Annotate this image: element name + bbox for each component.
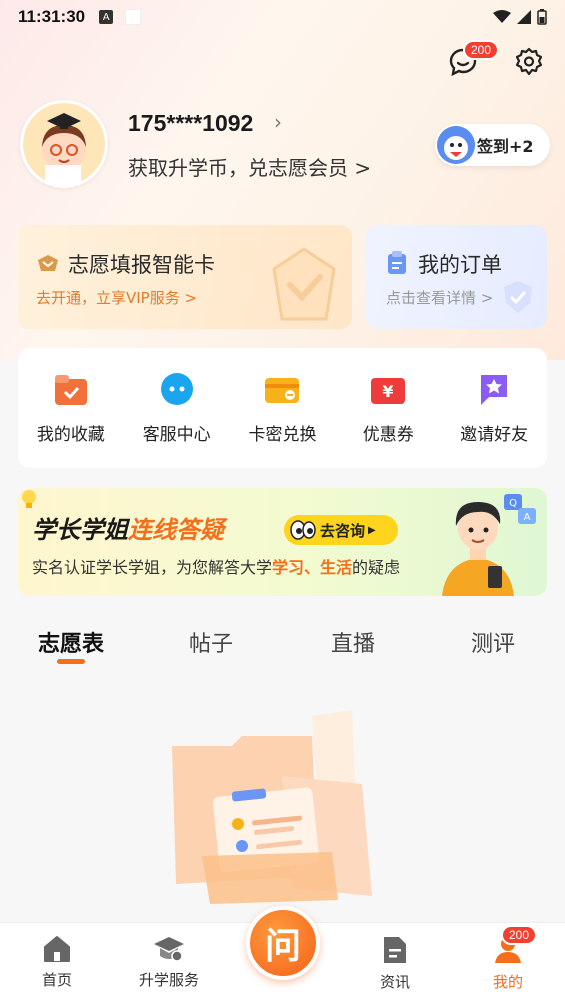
user-phone[interactable]: 175****1092 xyxy=(128,110,253,137)
eyes-icon xyxy=(290,520,316,540)
settings-button[interactable] xyxy=(511,44,547,80)
nav-services[interactable]: 升学服务 xyxy=(114,923,224,1004)
vip-card-subtitle: 去开通，立享VIP服务 > xyxy=(36,289,198,307)
quick-label: 卡密兑换 xyxy=(248,425,317,445)
signin-mascot-icon xyxy=(437,126,475,164)
banner-title-accent: 连线答疑 xyxy=(128,516,224,544)
graduation-cap-icon xyxy=(154,937,184,962)
nav-label: 我的 xyxy=(492,973,523,991)
nav-label: 首页 xyxy=(41,971,72,989)
coupon-icon: ¥ xyxy=(370,372,406,408)
nav-mine[interactable]: 我的 200 xyxy=(453,923,563,1004)
vip-decoration-icon xyxy=(272,247,336,321)
banner-description: 实名认证学长学姐，为您解答大学学习、生活的疑虑 xyxy=(32,554,400,578)
chevron-right-icon: › xyxy=(274,110,282,134)
consult-button-label: 去咨询 xyxy=(320,521,366,540)
ask-button-label: 问 xyxy=(264,926,301,967)
mine-badge: 200 xyxy=(501,925,538,945)
vip-card[interactable]: 志愿填报智能卡 去开通，立享VIP服务 > xyxy=(18,225,352,329)
battery-icon xyxy=(537,9,547,25)
svg-text:A: A xyxy=(524,512,531,523)
messages-button[interactable]: 200 xyxy=(445,40,500,80)
quick-label: 客服中心 xyxy=(142,425,211,445)
home-icon xyxy=(44,936,70,962)
quick-service-center[interactable]: 客服中心 xyxy=(124,348,230,468)
nav-home[interactable]: 首页 xyxy=(2,923,112,1004)
messages-badge: 200 xyxy=(463,40,500,60)
clipboard-icon xyxy=(388,251,406,274)
svg-text:¥: ¥ xyxy=(383,382,394,401)
signin-label: 签到+2 xyxy=(477,137,534,156)
banner-desc-prefix: 实名认证学长学姐，为您解答大学 xyxy=(32,558,273,577)
gear-icon xyxy=(515,47,543,76)
profile-section: 175****1092 › 获取升学币，兑志愿会员 > 签到+2 xyxy=(20,100,550,190)
tab-live[interactable]: 直播 xyxy=(308,626,398,658)
crown-icon xyxy=(38,255,58,271)
nav-label: 资讯 xyxy=(379,973,410,991)
signin-button[interactable]: 签到+2 xyxy=(435,124,550,166)
card-exchange-icon xyxy=(264,372,300,408)
order-card-subtitle: 点击查看详情 > xyxy=(386,289,494,307)
vip-card-title: 志愿填报智能卡 xyxy=(68,253,215,277)
chat-bubble-icon xyxy=(159,372,195,408)
coin-tagline[interactable]: 获取升学币，兑志愿会员 > xyxy=(128,152,371,181)
status-time: 11:31:30 xyxy=(18,7,86,26)
banner-desc-suffix: 的疑虑 xyxy=(352,558,401,577)
consult-banner[interactable]: 学长学姐连线答疑 去咨询 ▶ 实名认证学长学姐，为您解答大学学习、生活的疑虑 Q … xyxy=(18,488,547,596)
notification-icon xyxy=(125,9,142,25)
avatar-image xyxy=(23,103,105,185)
bulb-icon xyxy=(22,490,36,508)
order-card-title: 我的订单 xyxy=(418,253,502,277)
ask-button[interactable]: 问 xyxy=(246,906,320,980)
quick-label: 优惠券 xyxy=(362,425,414,445)
order-card[interactable]: 我的订单 点击查看详情 > xyxy=(366,225,547,329)
tab-posts[interactable]: 帖子 xyxy=(166,626,256,658)
banner-title: 学长学姐连线答疑 xyxy=(32,510,224,545)
header-actions: 200 xyxy=(445,40,547,80)
quick-label: 邀请好友 xyxy=(460,425,529,445)
tab-wishlist[interactable]: 志愿表 xyxy=(26,626,116,658)
student-illustration: Q A xyxy=(442,494,536,596)
quick-coupons[interactable]: ¥ 优惠券 xyxy=(335,348,441,468)
shield-check-icon xyxy=(504,281,532,313)
star-flag-icon xyxy=(476,372,512,408)
document-icon xyxy=(384,937,406,963)
tab-evaluation[interactable]: 测评 xyxy=(448,626,538,658)
signal-icon xyxy=(517,10,531,24)
status-right xyxy=(493,9,547,25)
accessibility-icon: A xyxy=(99,10,114,24)
empty-folder-illustration xyxy=(172,710,372,904)
quick-favorites[interactable]: 我的收藏 xyxy=(18,348,124,468)
quick-invite[interactable]: 邀请好友 xyxy=(441,348,547,468)
active-tab-indicator xyxy=(57,659,85,664)
quick-actions: 我的收藏 客服中心 卡密兑换 ¥ 优惠券 邀请好友 xyxy=(18,348,547,468)
folder-check-icon xyxy=(53,372,89,408)
status-bar: 11:31:30 A xyxy=(0,0,565,34)
banner-desc-highlight: 学习、生活 xyxy=(272,558,353,577)
svg-text:Q: Q xyxy=(509,498,517,509)
wifi-icon xyxy=(493,10,511,23)
quick-card-exchange[interactable]: 卡密兑换 xyxy=(230,348,336,468)
banner-title-main: 学长学姐 xyxy=(32,516,128,544)
nav-news[interactable]: 资讯 xyxy=(340,923,450,1004)
nav-label: 升学服务 xyxy=(138,971,199,989)
quick-label: 我的收藏 xyxy=(36,425,105,445)
avatar[interactable] xyxy=(20,100,108,188)
consult-button[interactable]: 去咨询 ▶ xyxy=(284,515,398,545)
